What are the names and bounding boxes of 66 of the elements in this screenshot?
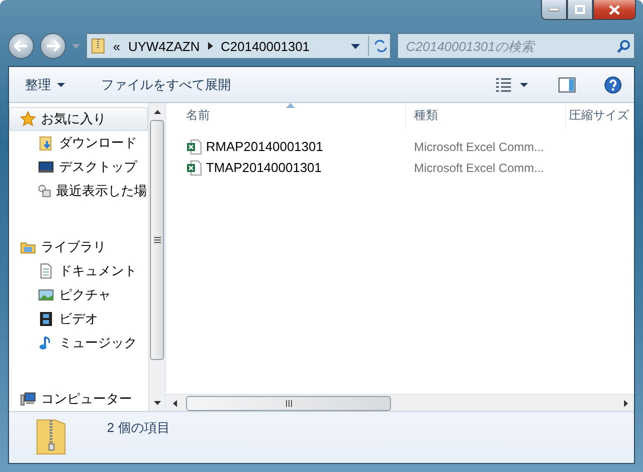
search-input[interactable]: C20140001301の検索 xyxy=(404,38,617,54)
nav-item[interactable]: デスクトップ xyxy=(9,155,148,179)
nav-item[interactable]: お気に入り xyxy=(9,107,148,131)
zip-folder-icon xyxy=(91,38,105,54)
nav-item[interactable]: 最近表示した場 xyxy=(9,179,148,203)
desktop-icon xyxy=(38,159,54,175)
sort-arrow-icon xyxy=(286,103,295,108)
close-button[interactable] xyxy=(593,0,636,20)
back-button[interactable] xyxy=(8,33,34,59)
scroll-thumb[interactable] xyxy=(186,396,391,410)
breadcrumb[interactable]: C20140001301 xyxy=(220,38,310,54)
search-icon xyxy=(617,40,630,52)
organize-menu[interactable]: 整理 xyxy=(21,74,69,96)
file-name: RMAP20140001301 xyxy=(206,139,324,154)
back-arrow-icon xyxy=(14,40,28,52)
maximize-icon xyxy=(575,5,585,14)
nav-item[interactable]: ビデオ xyxy=(9,307,148,331)
computer-icon xyxy=(20,391,36,407)
separator-arrow-icon xyxy=(208,42,213,50)
file-type: Microsoft Excel Comm... xyxy=(413,160,546,176)
extract-all-button[interactable]: ファイルをすべて展開 xyxy=(97,74,235,96)
spreadsheet-file-icon xyxy=(186,138,202,154)
scroll-thumb[interactable] xyxy=(150,120,164,360)
column-header[interactable]: 圧縮サイズ xyxy=(566,103,634,128)
view-options-icon[interactable] xyxy=(496,78,530,92)
folder-download-icon xyxy=(38,135,54,151)
maximize-button[interactable] xyxy=(567,0,593,20)
address-bar[interactable]: « UYW4ZAZN C20140001301 xyxy=(86,33,391,59)
picture-icon xyxy=(38,287,54,303)
up-arrow-icon xyxy=(154,110,161,114)
file-type: Microsoft Excel Comm... xyxy=(413,138,546,156)
dropdown-caret-icon[interactable] xyxy=(351,44,360,48)
file-row[interactable]: RMAP20140001301 Microsoft Excel Comm... xyxy=(166,136,634,157)
column-header[interactable]: 名前 xyxy=(166,103,406,128)
nav-item[interactable]: ピクチャ xyxy=(9,283,148,307)
overflow-chevron[interactable]: « xyxy=(113,38,120,54)
document-icon xyxy=(38,263,54,279)
star-icon xyxy=(20,111,36,127)
caret-icon xyxy=(57,82,65,86)
breadcrumb[interactable]: UYW4ZAZN xyxy=(128,38,200,54)
column-header[interactable]: 種類 xyxy=(406,103,566,128)
film-icon xyxy=(38,311,54,327)
forward-button[interactable] xyxy=(40,33,66,59)
horizontal-scrollbar[interactable] xyxy=(166,394,634,411)
spreadsheet-file-icon xyxy=(186,160,202,176)
file-row[interactable]: TMAP20140001301 Microsoft Excel Comm... xyxy=(166,157,634,178)
refresh-icon[interactable] xyxy=(368,36,390,56)
preview-pane-icon[interactable] xyxy=(558,76,576,92)
nav-item[interactable]: ミュージック xyxy=(9,331,148,355)
forward-arrow-icon xyxy=(46,40,60,52)
minimize-button[interactable] xyxy=(541,0,567,20)
recent-places-icon xyxy=(38,183,51,199)
nav-item[interactable]: ダウンロード xyxy=(9,131,148,155)
right-arrow-icon xyxy=(624,400,628,406)
down-arrow-icon xyxy=(154,400,161,404)
close-icon xyxy=(609,4,620,14)
left-arrow-icon xyxy=(172,400,176,406)
file-name: TMAP20140001301 xyxy=(206,160,322,175)
minimize-icon xyxy=(549,8,559,12)
vertical-scrollbar[interactable] xyxy=(148,103,165,411)
item-count: 2 個の項目 xyxy=(107,419,170,437)
search-field[interactable]: C20140001301の検索 xyxy=(397,33,635,59)
nav-item[interactable]: ライブラリ xyxy=(9,235,148,259)
help-icon[interactable] xyxy=(604,76,622,94)
nav-item[interactable]: ドキュメント xyxy=(9,259,148,283)
nav-item[interactable]: コンピューター xyxy=(9,387,148,411)
